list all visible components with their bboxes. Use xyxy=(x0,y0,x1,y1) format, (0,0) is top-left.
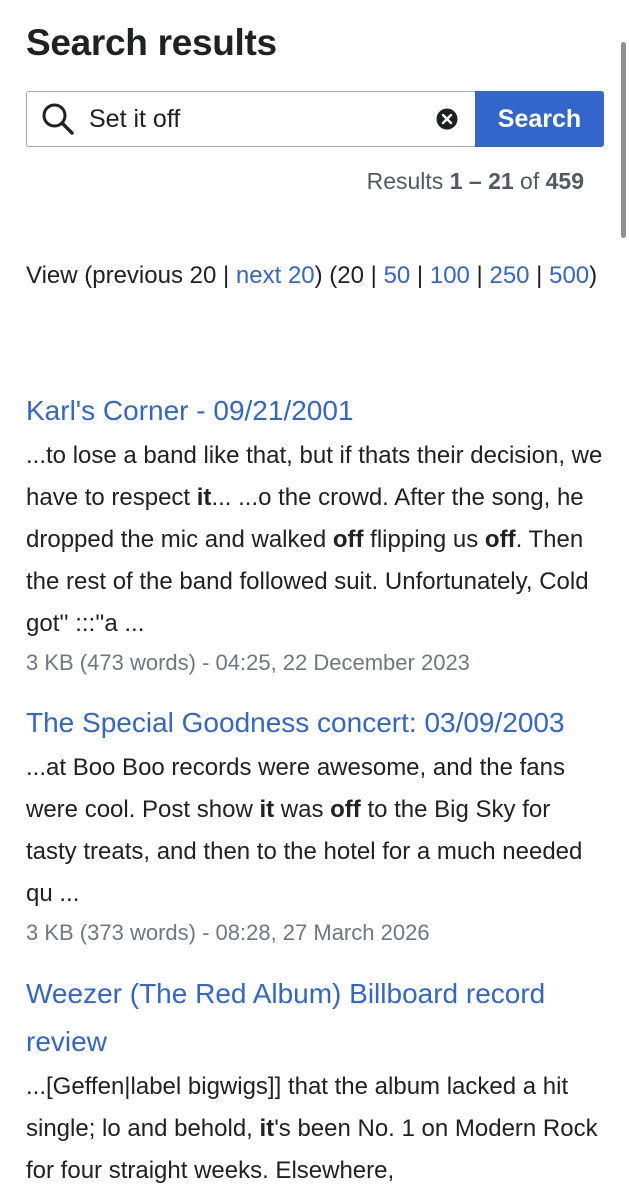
results-range: 1 – 21 xyxy=(449,168,514,194)
view-sep: | xyxy=(529,262,550,289)
match-highlight: off xyxy=(332,526,364,553)
view-suffix: ) xyxy=(589,262,598,289)
match-highlight: it xyxy=(259,1115,275,1142)
result-title-link[interactable]: The Special Goodness concert: 03/09/2003 xyxy=(26,699,606,747)
search-form: Search xyxy=(26,91,604,147)
result-snippet: ...to lose a band like that, but if that… xyxy=(26,435,606,645)
match-highlight: it xyxy=(259,796,275,823)
match-highlight: it xyxy=(196,484,212,511)
result-title-link[interactable]: Karl's Corner - 09/21/2001 xyxy=(26,387,606,435)
view-mid: ) (20 | xyxy=(314,262,384,289)
match-highlight: off xyxy=(330,796,361,823)
search-box[interactable] xyxy=(26,91,475,147)
page-title: Search results xyxy=(26,22,277,63)
magnifier-icon xyxy=(42,103,74,135)
snippet-text: flipping us xyxy=(363,526,485,553)
results-count: Results 1 – 21 of 459 xyxy=(367,168,584,195)
scrollbar[interactable] xyxy=(621,42,626,238)
result-meta: 3 KB (473 words) - 04:25, 22 December 20… xyxy=(26,650,470,675)
limit-50-link[interactable]: 50 xyxy=(384,262,411,289)
result-meta: 3 KB (373 words) - 08:28, 27 March 2026 xyxy=(26,920,430,945)
snippet-text: was xyxy=(274,796,331,823)
results-of: of xyxy=(513,168,546,194)
limit-500-link[interactable]: 500 xyxy=(549,262,589,289)
limit-250-link[interactable]: 250 xyxy=(489,262,529,289)
search-input[interactable] xyxy=(89,104,435,134)
result-title-link[interactable]: Weezer (The Red Album) Billboard record … xyxy=(26,970,606,1066)
limit-100-link[interactable]: 100 xyxy=(430,262,470,289)
result-snippet: ...at Boo Boo records were awesome, and … xyxy=(26,747,606,915)
match-highlight: off xyxy=(484,526,516,553)
search-result: Weezer (The Red Album) Billboard record … xyxy=(26,970,606,1192)
view-sep: | xyxy=(469,262,490,289)
results-total: 459 xyxy=(545,168,584,194)
clear-x-icon[interactable] xyxy=(435,107,459,131)
result-snippet: ...[Geffen|label bigwigs]] that the albu… xyxy=(26,1066,606,1192)
search-result: Karl's Corner - 09/21/2001 ...to lose a … xyxy=(26,387,606,681)
view-sep: | xyxy=(410,262,430,289)
search-button[interactable]: Search xyxy=(475,91,604,147)
pagination-view: View (previous 20 | next 20) (20 | 50 | … xyxy=(26,255,606,297)
next-20-link[interactable]: next 20 xyxy=(236,262,315,289)
results-prefix: Results xyxy=(366,168,450,194)
view-prefix: View (previous 20 | xyxy=(26,262,236,289)
search-result: The Special Goodness concert: 03/09/2003… xyxy=(26,699,606,951)
